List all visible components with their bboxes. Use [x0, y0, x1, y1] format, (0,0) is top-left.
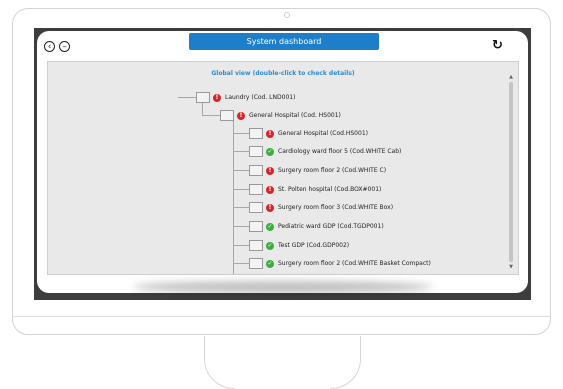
scrollbar[interactable]: [509, 82, 513, 262]
tree-node[interactable]: ! General Hospital (Cod. HS001): [220, 110, 341, 121]
error-icon: !: [266, 185, 274, 194]
error-icon: !: [266, 129, 274, 138]
tree-node[interactable]: ✓ Cardiology ward floor 5 (Cod.WHITE Cab…: [249, 146, 401, 157]
tree-node[interactable]: ! Laundry (Cod. LND001): [196, 92, 295, 103]
tree-node[interactable]: ! Surgery room floor 2 (Cod.WHITE C): [249, 165, 386, 176]
node-icon: [220, 110, 234, 121]
connector: [233, 189, 249, 190]
connector: [202, 103, 203, 115]
tree-node[interactable]: ! St. Polten hospital (Cod.BOX#001): [249, 184, 381, 195]
ok-icon: ✓: [266, 222, 274, 231]
ok-icon: ✓: [266, 241, 274, 250]
node-icon: [249, 165, 263, 176]
node-icon: [249, 221, 263, 232]
panel-shadow: [133, 281, 433, 293]
connector: [233, 151, 249, 152]
camera: [284, 12, 290, 18]
connector: [233, 263, 249, 264]
node-icon: [249, 146, 263, 157]
ok-icon: ✓: [266, 147, 274, 156]
scroll-down-icon[interactable]: ▼: [509, 264, 513, 270]
stand-right: [330, 336, 361, 389]
scroll-up-icon[interactable]: ▲: [509, 74, 513, 80]
screen: ‹ – System dashboard ↻ Global view (doub…: [34, 28, 531, 300]
ok-icon: ✓: [266, 259, 274, 268]
view-title: Global view (double-click to check detai…: [211, 70, 355, 77]
node-icon: [249, 202, 263, 213]
connector: [233, 133, 249, 134]
connector: [233, 245, 249, 246]
error-icon: !: [213, 93, 221, 102]
dashboard-title-button[interactable]: System dashboard: [189, 33, 379, 50]
tree-node[interactable]: ! Surgery room floor 3 (Cod.WHITE Box): [249, 202, 393, 213]
tree-view: Global view (double-click to check detai…: [47, 61, 519, 275]
error-icon: !: [266, 203, 274, 212]
connector: [233, 207, 249, 208]
stand-left: [204, 336, 235, 389]
node-icon: [249, 184, 263, 195]
node-icon: [249, 240, 263, 251]
node-icon: [249, 128, 263, 139]
connector: [233, 226, 249, 227]
node-icon: [249, 258, 263, 269]
connector: [178, 97, 196, 98]
tree-node[interactable]: ! General Hospital (Cod.HS001): [249, 128, 368, 139]
error-icon: !: [237, 111, 245, 120]
node-icon: [196, 92, 210, 103]
bezel-line: [12, 316, 551, 317]
connector: [202, 115, 220, 116]
tree-node[interactable]: ✓ Test GDP (Cod.GDP002): [249, 240, 349, 251]
tree-node[interactable]: ✓ Pediatric ward GDP (Cod.TGDP001): [249, 221, 384, 232]
error-icon: !: [266, 166, 274, 175]
connector: [233, 170, 249, 171]
connector: [233, 121, 234, 274]
back-icon[interactable]: ‹: [44, 41, 55, 52]
refresh-icon[interactable]: ↻: [492, 38, 503, 53]
minus-icon[interactable]: –: [59, 41, 70, 52]
tree-node[interactable]: ✓ Surgery room floor 2 (Cod.WHITE Basket…: [249, 258, 431, 269]
dashboard-panel: ‹ – System dashboard ↻ Global view (doub…: [37, 31, 528, 293]
